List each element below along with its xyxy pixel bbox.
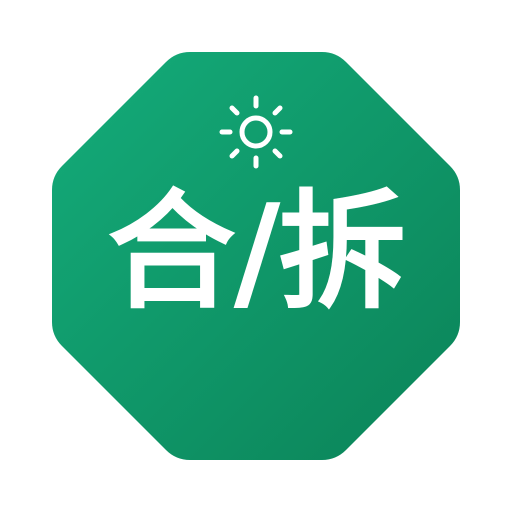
app-icon-label: 合/拆	[107, 178, 407, 327]
app-icon[interactable]: 合/拆	[0, 0, 512, 512]
sun-icon	[219, 95, 293, 169]
